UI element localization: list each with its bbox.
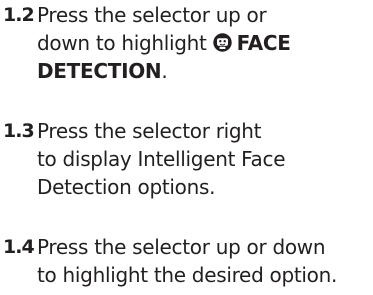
step-line: Press the selector right <box>37 119 262 143</box>
step-line: to highlight the desired option. <box>37 263 338 287</box>
step-line-bold: DETECTION. <box>37 57 371 85</box>
step-line: to display Intelligent Face <box>37 147 286 171</box>
trailing-period: . <box>161 59 168 83</box>
step-line: Press the selector up or <box>37 3 267 27</box>
highlight-face: FACE <box>236 31 291 55</box>
face-detection-icon <box>212 31 232 52</box>
step-line: Press the selector up or down <box>37 235 326 259</box>
step-number: 1.2 <box>3 4 35 26</box>
step-number: 1.4 <box>3 236 35 258</box>
step-line-with-icon: down to highlight FACE <box>37 29 371 57</box>
highlight-detection: DETECTION <box>37 59 162 83</box>
step-line-text: down to highlight <box>37 31 213 55</box>
step-line: Detection options. <box>37 175 216 199</box>
step-number: 1.3 <box>3 120 35 142</box>
step-text: Press the selector right to display Inte… <box>37 117 371 201</box>
step-text: Press the selector up or down to highlig… <box>37 233 371 289</box>
step-text: Press the selector up or down to highlig… <box>37 1 371 85</box>
